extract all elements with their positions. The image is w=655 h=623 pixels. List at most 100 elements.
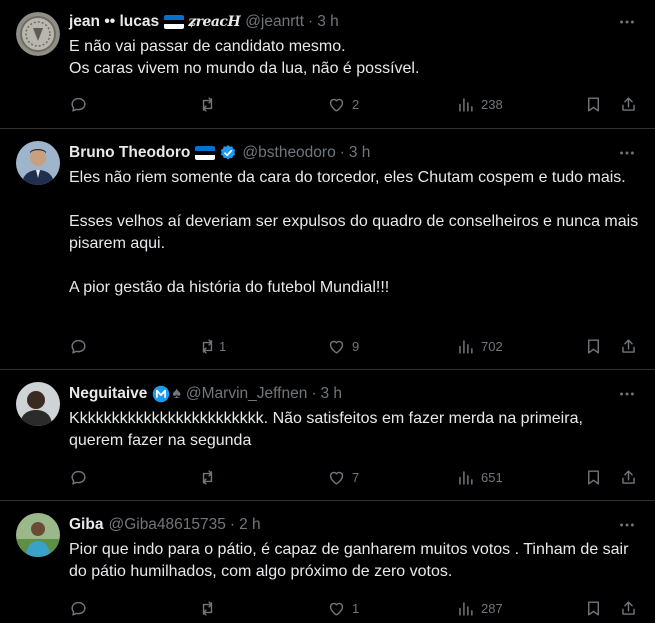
more-options-button[interactable] [617,384,637,404]
views-button[interactable]: 287 [456,598,503,618]
ellipsis-icon [620,20,634,24]
share-button[interactable] [619,94,638,114]
like-button[interactable]: 9 [327,336,359,356]
retweet-button[interactable]: 1 [198,336,226,356]
share-icon [622,338,635,353]
ellipsis-icon [620,151,634,155]
user-handle[interactable]: @Giba48615735 [108,516,225,534]
bookmark-button[interactable] [584,94,603,114]
share-button[interactable] [619,467,638,487]
views-button[interactable]: 651 [456,467,503,487]
display-name[interactable]: Bruno Theodoro [69,144,190,162]
name-decoration: ʑreacH [188,14,241,30]
tweet-text: Eles não riem somente da cara do torcedo… [69,169,639,296]
tweet-actions: 1 9 702 [69,336,641,356]
retweet-button[interactable] [198,598,223,618]
share-button[interactable] [619,336,638,356]
bookmark-button[interactable] [584,336,603,356]
retweet-button[interactable] [198,467,223,487]
tweet[interactable]: jean •• lucas ʑreacH @jeanrtt · 3 h E nã… [0,0,655,129]
heart-icon [329,98,344,112]
avatar[interactable] [16,141,60,185]
avatar[interactable] [16,12,60,56]
tweet-actions: 7 651 [69,467,641,487]
like-count: 9 [352,338,360,354]
reply-icon [71,601,86,616]
display-name[interactable]: Giba [69,516,103,534]
like-button[interactable]: 2 [327,94,359,114]
more-options-button[interactable] [617,12,637,32]
views-button[interactable]: 238 [456,94,503,114]
estonia-flag-icon [195,146,216,160]
tweet-timestamp[interactable]: 3 h [349,144,371,162]
view-count: 702 [481,338,503,354]
person-suit-avatar-icon [16,141,60,185]
retweet-icon [202,338,213,354]
separator-dot: · [308,13,314,30]
tweet-header: Neguitaive ♠ @Marvin_Jeffnen · 3 h [69,384,342,404]
share-button[interactable] [619,598,638,618]
ellipsis-icon [620,392,634,396]
user-handle[interactable]: @jeanrtt [245,13,304,31]
view-count: 651 [481,469,503,485]
more-options-button[interactable] [617,143,637,163]
display-name[interactable]: jean •• lucas [69,13,159,31]
views-chart-icon [459,601,473,616]
bookmark-button[interactable] [584,467,603,487]
coin-avatar-icon [16,12,60,56]
like-count: 7 [352,469,360,485]
views-chart-icon [459,339,473,354]
reply-icon [71,97,86,112]
tweet[interactable]: Giba @Giba48615735 · 2 h Pior que indo p… [0,501,655,623]
tweet[interactable]: Bruno Theodoro @bstheodoro · 3 h Eles nã… [0,129,655,370]
timeline-feed: jean •• lucas ʑreacH @jeanrtt · 3 h E nã… [0,0,655,623]
separator-dot: · [229,516,236,533]
avatar[interactable] [16,513,60,557]
retweet-count: 1 [219,338,227,354]
views-chart-icon [459,470,473,485]
reply-button[interactable] [69,94,94,114]
reply-icon [71,339,86,354]
tweet-timestamp[interactable]: 3 h [321,385,343,403]
bookmark-icon [588,600,599,616]
like-button[interactable]: 7 [327,467,359,487]
bookmark-icon [588,96,599,112]
bookmark-icon [588,469,599,485]
heart-icon [329,340,344,354]
avatar[interactable] [16,382,60,426]
share-icon [622,600,635,615]
user-handle[interactable]: @Marvin_Jeffnen [186,385,307,403]
tweet-actions: 2 238 [69,94,641,114]
tweet-timestamp[interactable]: 2 h [239,516,261,534]
more-options-button[interactable] [617,515,637,535]
estonia-flag-icon [164,15,185,29]
view-count: 287 [481,600,503,616]
reply-icon [71,470,86,485]
bookmark-icon [588,338,599,354]
display-name[interactable]: Neguitaive [69,385,147,403]
person-avatar-icon [16,382,60,426]
retweet-icon [202,469,213,485]
ellipsis-icon [620,523,634,527]
user-handle[interactable]: @bstheodoro [242,144,335,162]
tweet-text: Kkkkkkkkkkkkkkkkkkkkkkkk. Não satisfeito… [69,410,588,449]
views-button[interactable]: 702 [456,336,503,356]
reply-button[interactable] [69,598,94,618]
tweet-header: Bruno Theodoro @bstheodoro · 3 h [69,143,370,163]
retweet-icon [202,96,213,112]
person-field-avatar-icon [16,513,60,557]
like-count: 2 [352,96,360,112]
tweet[interactable]: Neguitaive ♠ @Marvin_Jeffnen · 3 h Kkkkk… [0,370,655,501]
reply-button[interactable] [69,467,94,487]
heart-icon [329,471,344,485]
like-count: 1 [352,600,360,616]
reply-button[interactable] [69,336,94,356]
bookmark-button[interactable] [584,598,603,618]
view-count: 238 [481,96,503,112]
retweet-button[interactable] [198,94,223,114]
tweet-text: E não vai passar de candidato mesmo. Os … [69,38,420,77]
like-button[interactable]: 1 [327,598,359,618]
share-icon [622,469,635,484]
views-chart-icon [459,97,473,112]
tweet-timestamp[interactable]: 3 h [317,13,339,31]
